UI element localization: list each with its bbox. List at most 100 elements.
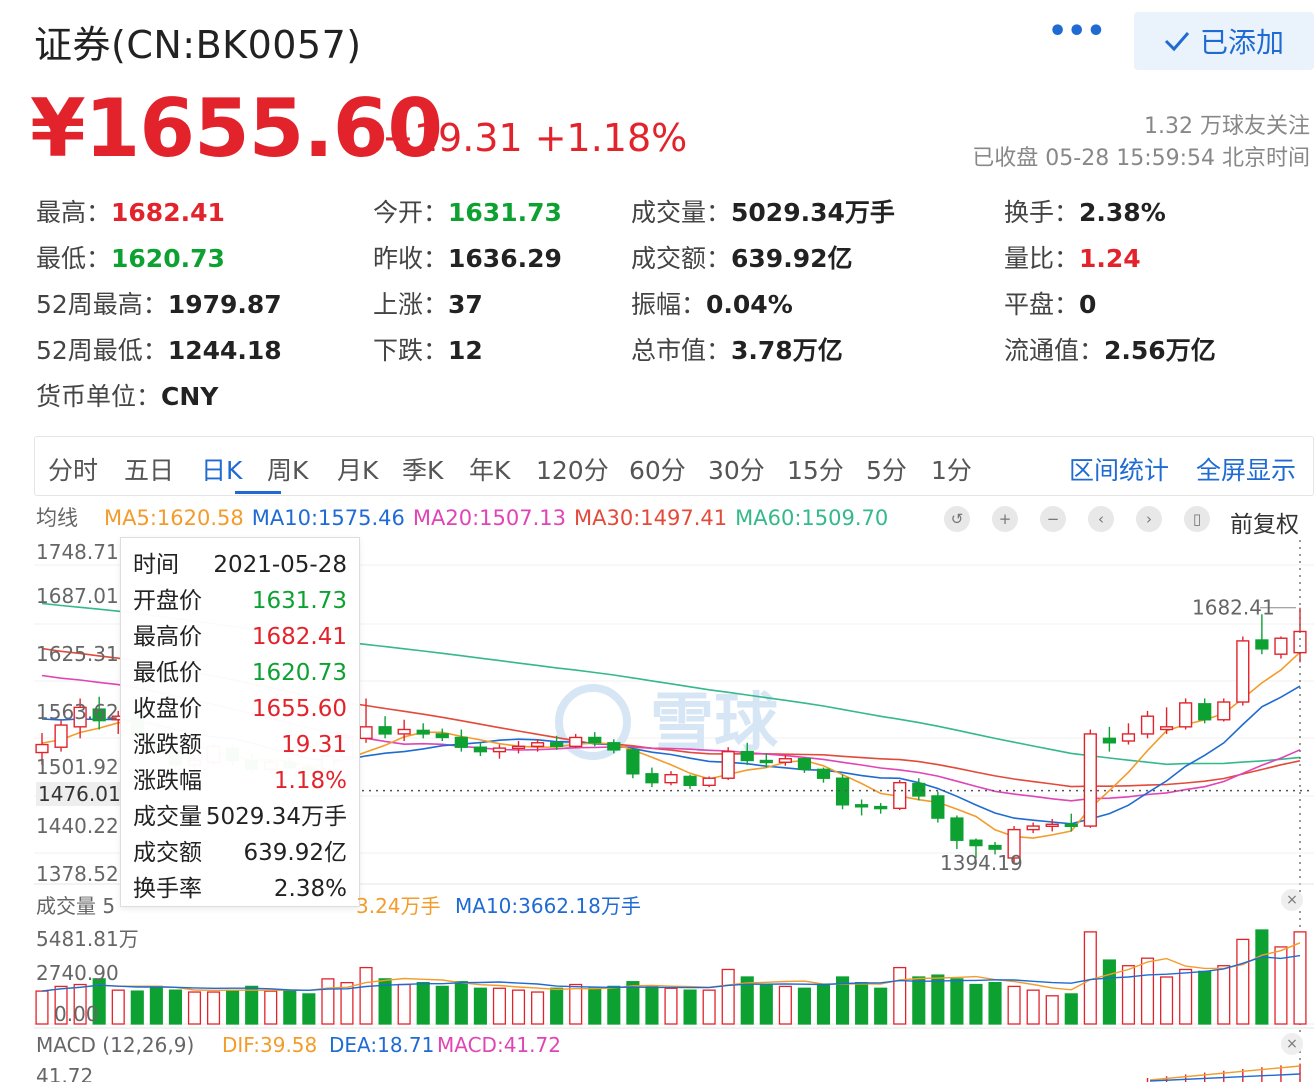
- volume-bar: [283, 989, 297, 1025]
- candle-body: [893, 781, 907, 810]
- candle-body: [454, 736, 468, 748]
- volume-bar: [302, 993, 316, 1025]
- volume-bar: [168, 989, 182, 1025]
- candle-body: [778, 758, 792, 763]
- macd-axis-top: 41.72: [36, 1064, 94, 1082]
- volume-bar: [988, 981, 1002, 1025]
- price-axis-label: 1501.92: [36, 755, 119, 779]
- candle-body: [1198, 703, 1212, 721]
- volume-bar: [855, 981, 869, 1025]
- volume-bar: [645, 985, 659, 1025]
- tooltip-value: 5029.34万手: [205, 804, 347, 830]
- candle-body: [702, 777, 716, 787]
- close-macd-icon[interactable]: ×: [1281, 1033, 1303, 1055]
- candle-body: [492, 747, 507, 753]
- volume-bar: [1121, 965, 1136, 1025]
- volume-bar: [569, 983, 583, 1025]
- volume-bar: [1140, 957, 1155, 1025]
- candle-body: [797, 758, 812, 771]
- candle-body: [511, 745, 526, 750]
- candle-body: [530, 742, 545, 748]
- candle-body: [473, 746, 488, 753]
- candle-body: [359, 726, 373, 740]
- candle-body: [816, 768, 831, 779]
- tooltip-label: 成交额: [133, 840, 202, 866]
- tooltip-row: 开盘价 1631.73: [133, 586, 347, 622]
- volume-bar: [931, 974, 945, 1025]
- volume-bar: [683, 989, 697, 1025]
- candle-body: [740, 750, 754, 762]
- candle-body: [645, 773, 659, 784]
- tooltip-label: 时间: [133, 552, 179, 578]
- volume-bar: [1007, 985, 1021, 1025]
- volume-bar: [702, 989, 716, 1025]
- tooltip-label: 涨跌额: [133, 732, 202, 758]
- candle-body: [378, 726, 392, 735]
- volume-bar: [245, 985, 259, 1025]
- volume-bar: [473, 987, 487, 1025]
- tooltip-value: 639.92亿: [243, 840, 347, 866]
- volume-bar: [416, 981, 430, 1025]
- candle-body: [988, 844, 1002, 850]
- candle-body: [54, 724, 68, 748]
- volume-ma10: MA10:3662.18万手: [455, 894, 641, 918]
- candle-body: [35, 743, 49, 754]
- tooltip-row: 时间 2021-05-28: [133, 550, 347, 586]
- volume-bar: [531, 991, 545, 1025]
- candle-body: [1293, 630, 1307, 654]
- volume-bar: [1217, 965, 1231, 1025]
- volume-axis-top: 5481.81万: [36, 927, 139, 951]
- candle-body: [1121, 733, 1136, 742]
- tooltip-value: 2.38%: [273, 876, 347, 902]
- volume-bar: [1045, 995, 1059, 1025]
- tooltip-row: 涨跌额 19.31: [133, 730, 347, 766]
- tooltip-label: 收盘价: [133, 696, 202, 722]
- candle-tooltip: 时间 2021-05-28 开盘价 1631.73 最高价 1682.41 最低价 1620.…: [120, 537, 360, 907]
- volume-bar: [664, 987, 678, 1025]
- tooltip-value: 1620.73: [251, 660, 347, 686]
- tooltip-label: 开盘价: [133, 588, 202, 614]
- candle-body: [931, 795, 945, 819]
- low-mark-label: 1394.19: [940, 851, 1023, 875]
- candle-body: [969, 839, 983, 847]
- tooltip-value: 1682.41: [251, 624, 347, 650]
- price-axis-label: 1563.62: [36, 700, 119, 724]
- macd-label: MACD (12,26,9): [36, 1033, 195, 1057]
- tooltip-row: 收盘价 1655.60: [133, 694, 347, 730]
- volume-bar: [149, 985, 163, 1025]
- close-volume-icon[interactable]: ×: [1281, 889, 1303, 911]
- price-axis-label: 1476.01: [36, 782, 123, 806]
- tooltip-label: 成交量: [133, 804, 202, 830]
- candle-body: [683, 775, 697, 787]
- volume-ma5: 3.24万手: [356, 894, 441, 918]
- candle-body: [1255, 639, 1269, 650]
- candle-body: [1140, 715, 1155, 735]
- tooltip-row: 成交量 5029.34万手: [133, 802, 347, 838]
- volume-bar: [607, 985, 621, 1025]
- volume-bar: [950, 978, 964, 1025]
- volume-bar: [874, 987, 888, 1025]
- candle-body: [397, 728, 411, 735]
- volume-bar: [588, 987, 602, 1025]
- candle-body: [1159, 726, 1174, 731]
- volume-bar: [1236, 938, 1250, 1025]
- candle-body: [588, 736, 602, 744]
- price-axis-label: 1440.22: [36, 814, 119, 838]
- volume-bar: [759, 983, 773, 1025]
- volume-axis-mid: 2740.90: [36, 961, 119, 985]
- volume-bar: [893, 966, 907, 1025]
- volume-bar: [550, 987, 564, 1025]
- candle-body: [854, 804, 869, 808]
- candle-body: [1179, 702, 1193, 728]
- volume-bar: [969, 983, 983, 1025]
- volume-bar: [1160, 976, 1174, 1025]
- tooltip-label: 最高价: [133, 624, 202, 650]
- price-axis-label: 1687.01: [36, 584, 119, 608]
- volume-axis-bottom: 0.00: [54, 1002, 99, 1026]
- price-axis-label: 1625.31: [36, 642, 119, 666]
- tooltip-label: 最低价: [133, 660, 202, 686]
- volume-bar: [111, 989, 125, 1025]
- tooltip-value: 1631.73: [251, 588, 347, 614]
- tooltip-row: 最低价 1620.73: [133, 658, 347, 694]
- volume-bar: [359, 966, 373, 1025]
